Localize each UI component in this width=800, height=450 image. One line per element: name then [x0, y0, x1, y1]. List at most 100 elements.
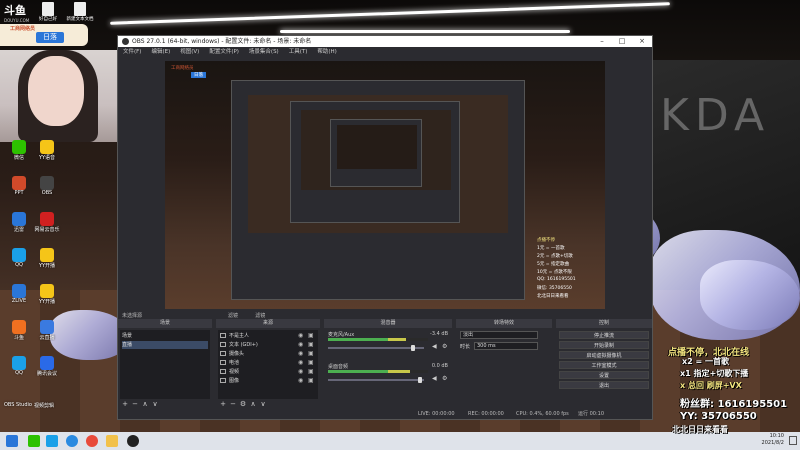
visibility-eye-icon[interactable]: ◉: [298, 360, 304, 366]
source-tool-button[interactable]: ⚙: [238, 400, 248, 408]
minimize-icon[interactable]: –: [592, 36, 612, 47]
source-item[interactable]: 摄像头 ◉ ▣: [220, 350, 316, 358]
lock-icon[interactable]: ▣: [308, 342, 314, 348]
visibility-eye-icon[interactable]: ◉: [298, 378, 304, 384]
source-type-icon: [220, 360, 226, 365]
overlay-text-line: 粉丝群: 1616195501: [680, 399, 788, 410]
desktop-icon[interactable]: 迅雷: [4, 212, 34, 242]
close-icon[interactable]: ×: [632, 36, 652, 47]
scene-tool-button[interactable]: −: [130, 400, 140, 408]
desktop-icon[interactable]: YY开播: [32, 284, 62, 314]
scenes-tools: + − ∧ ∨: [120, 400, 160, 408]
menu-item[interactable]: 配置文件(P): [204, 47, 244, 57]
chrome-icon[interactable]: [86, 435, 98, 447]
desktop-icon[interactable]: QQ: [4, 248, 34, 278]
desktop-icon-label: QQ: [15, 370, 23, 376]
preview-overlay-line: 微信: 35706550: [537, 286, 572, 291]
scene-item[interactable]: 场景: [122, 332, 208, 340]
control-button[interactable]: 启动虚拟摄像机: [559, 351, 649, 359]
desktop-icon[interactable]: 斗鱼: [4, 320, 34, 350]
lock-icon[interactable]: ▣: [308, 360, 314, 366]
menu-item[interactable]: 文件(F): [118, 47, 146, 57]
source-label: 视频: [229, 369, 240, 375]
source-item[interactable]: 电池 ◉ ▣: [220, 359, 316, 367]
gear-icon[interactable]: ⚙: [442, 376, 448, 382]
visibility-eye-icon[interactable]: ◉: [298, 342, 304, 348]
obs-taskbar-icon[interactable]: [127, 435, 139, 447]
lock-icon[interactable]: ▣: [308, 378, 314, 384]
folder-icon[interactable]: [106, 435, 118, 447]
source-item[interactable]: 不是主人 ◉ ▣: [220, 332, 316, 340]
start-icon[interactable]: [6, 435, 18, 447]
scene-item[interactable]: 直播: [122, 341, 208, 349]
menu-item[interactable]: 编辑(E): [146, 47, 175, 57]
notification-icon[interactable]: [789, 436, 797, 445]
fader-knob[interactable]: [418, 377, 423, 383]
source-tool-button[interactable]: −: [228, 400, 238, 408]
source-type-icon: [220, 369, 226, 374]
control-button[interactable]: 停止推流: [559, 331, 649, 339]
desktop-icon[interactable]: YY开播: [32, 248, 62, 278]
desktop-file[interactable]: 好自己好: [30, 2, 66, 22]
lock-icon[interactable]: ▣: [308, 351, 314, 357]
gear-icon[interactable]: ⚙: [442, 344, 448, 350]
edge-icon[interactable]: [66, 435, 78, 447]
obs-preview[interactable]: 工商网络员 日落 点播不停 1元 = 一首歌 2元 = 点歌+切歌 5元 = 指定歌曲…: [165, 61, 605, 309]
transition-select[interactable]: 淡出: [460, 331, 538, 339]
source-tool-button[interactable]: ∨: [258, 400, 268, 408]
mixer-header: 混音器: [324, 319, 452, 328]
clock-date: 2021/8/2: [761, 440, 784, 446]
control-button[interactable]: 设置: [559, 371, 649, 379]
speaker-icon[interactable]: ◀: [432, 376, 438, 382]
desktop-icon[interactable]: 云直播: [32, 320, 62, 350]
control-button[interactable]: 工作室模式: [559, 361, 649, 369]
lock-icon[interactable]: ▣: [308, 369, 314, 375]
source-item[interactable]: 图像 ◉ ▣: [220, 377, 316, 385]
app-icon: [40, 248, 54, 262]
desktop-icon[interactable]: QQ: [4, 356, 34, 386]
preview-toolbar: 滤镜 滤镜: [228, 312, 265, 319]
desktop-icon[interactable]: 微信: [4, 140, 34, 170]
desktop-file[interactable]: 新建文本文档: [62, 2, 98, 22]
preview-overlay-line: 点播不停: [537, 238, 555, 243]
desktop-icon[interactable]: 腾讯会议: [32, 356, 62, 386]
lock-icon[interactable]: ▣: [308, 333, 314, 339]
desktop-icon[interactable]: 网易云音乐: [32, 212, 62, 242]
studio-logo: KDA: [660, 90, 771, 141]
desktop-icon-label: 腾讯会议: [36, 371, 57, 377]
maximize-icon[interactable]: □: [612, 36, 632, 47]
wechat-icon[interactable]: [28, 435, 40, 447]
visibility-eye-icon[interactable]: ◉: [298, 369, 304, 375]
cpu-status: CPU: 0.4%, 60.00 fps: [516, 411, 569, 417]
extra-status: 运行 00:10: [578, 411, 604, 417]
duration-input[interactable]: 300 ms: [474, 342, 538, 350]
source-label: 电池: [229, 360, 240, 366]
scene-tool-button[interactable]: +: [120, 400, 130, 408]
menu-item[interactable]: 场景集合(S): [244, 47, 284, 57]
desktop-icon[interactable]: OBS: [32, 176, 62, 206]
volume-fader[interactable]: [328, 377, 424, 383]
desktop-icon[interactable]: PPT: [4, 176, 34, 206]
menu-item[interactable]: 帮助(H): [312, 47, 341, 57]
control-button[interactable]: 开始录制: [559, 341, 649, 349]
transitions-dock: 转场特效 淡出 时长 300 ms: [456, 319, 552, 409]
visibility-eye-icon[interactable]: ◉: [298, 333, 304, 339]
menu-item[interactable]: 工具(T): [284, 47, 313, 57]
scene-tool-button[interactable]: ∨: [150, 400, 160, 408]
app-icon: [12, 176, 26, 190]
qq-icon[interactable]: [46, 435, 58, 447]
app-icon: [12, 212, 26, 226]
scene-tool-button[interactable]: ∧: [140, 400, 150, 408]
menu-item[interactable]: 视图(V): [175, 47, 204, 57]
fader-knob[interactable]: [410, 345, 415, 351]
desktop-icon[interactable]: ZLIVE: [4, 284, 34, 314]
source-tool-button[interactable]: ∧: [248, 400, 258, 408]
desktop-icon[interactable]: YY语音: [32, 140, 62, 170]
source-item[interactable]: 视频 ◉ ▣: [220, 368, 316, 376]
volume-fader[interactable]: [328, 345, 424, 351]
source-item[interactable]: 文本 (GDI+) ◉ ▣: [220, 341, 316, 349]
speaker-icon[interactable]: ◀: [432, 344, 438, 350]
control-button[interactable]: 退出: [559, 381, 649, 389]
visibility-eye-icon[interactable]: ◉: [298, 351, 304, 357]
source-tool-button[interactable]: +: [218, 400, 228, 408]
